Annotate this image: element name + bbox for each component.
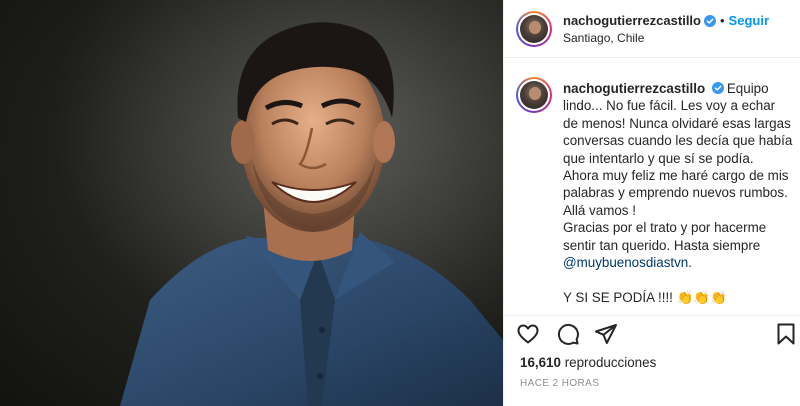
caption-paragraph-3: Gracias por el trato y por hacerme senti… xyxy=(563,219,793,271)
header-username[interactable]: nachogutierrezcastillo xyxy=(563,13,701,28)
mention-link[interactable]: @muybuenosdiastvn xyxy=(563,255,688,270)
separator-dot: • xyxy=(719,13,725,28)
views-label: reproducciones xyxy=(564,355,657,370)
follow-button[interactable]: Seguir xyxy=(729,13,769,28)
portrait-illustration xyxy=(0,0,503,406)
caption-paragraph-1: nachogutierrezcastillo Equipo lindo... N… xyxy=(563,80,793,167)
caption-line-2: Ahora muy feliz me haré cargo de mis pal… xyxy=(563,168,789,218)
post-photo[interactable] xyxy=(0,0,503,406)
caption-username[interactable]: nachogutierrezcastillo xyxy=(563,81,705,96)
verified-badge-icon xyxy=(703,14,716,27)
location-link[interactable]: Santiago, Chile xyxy=(563,31,644,45)
caption-text: nachogutierrezcastillo Equipo lindo... N… xyxy=(563,80,793,306)
views-count[interactable]: 16,610 reproducciones xyxy=(520,355,656,370)
post-timestamp[interactable]: HACE 2 HORAS xyxy=(520,378,599,389)
post-header: nachogutierrezcastillo • Seguir Santiago… xyxy=(504,0,800,58)
comment-icon[interactable] xyxy=(556,322,580,346)
views-number: 16,610 xyxy=(520,355,561,370)
heart-icon[interactable] xyxy=(516,322,540,346)
caption-avatar[interactable] xyxy=(516,77,552,113)
avatar[interactable] xyxy=(516,11,552,47)
caption-closing: Y SI SE PODÍA !!!! 👏👏👏 xyxy=(563,289,727,305)
post-side-panel: nachogutierrezcastillo • Seguir Santiago… xyxy=(503,0,800,406)
instagram-post: nachogutierrezcastillo • Seguir Santiago… xyxy=(0,0,800,406)
caption-line-3: Gracias por el trato y por hacerme senti… xyxy=(563,220,767,253)
paper-plane-icon[interactable] xyxy=(594,322,618,346)
caption-section: nachogutierrezcastillo Equipo lindo... N… xyxy=(504,58,800,316)
bookmark-icon[interactable] xyxy=(774,322,798,346)
action-bar xyxy=(516,322,795,350)
header-user-line: nachogutierrezcastillo • Seguir xyxy=(563,13,769,28)
mention-suffix: . xyxy=(688,255,692,271)
verified-badge-icon xyxy=(711,82,724,94)
